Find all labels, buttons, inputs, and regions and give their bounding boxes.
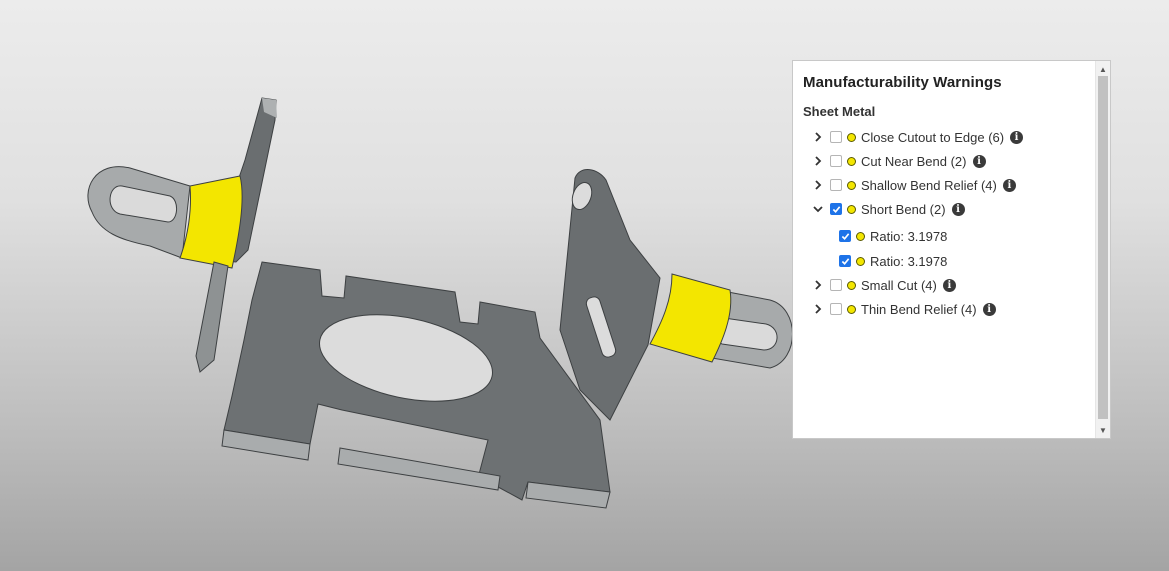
chevron-right-icon[interactable] (811, 130, 825, 144)
info-icon[interactable]: i (1002, 178, 1016, 192)
checkbox[interactable] (830, 303, 842, 315)
checkbox-checked[interactable] (839, 255, 851, 267)
scroll-down-icon[interactable]: ▼ (1096, 423, 1110, 437)
right-bend-highlight (649, 273, 732, 363)
warning-dot-icon (847, 156, 856, 166)
checkbox-checked[interactable] (830, 203, 842, 215)
warning-label: Cut Near Bend (2) (861, 153, 967, 169)
warning-dot-icon (847, 132, 856, 142)
warning-dot-icon (847, 280, 856, 290)
scroll-up-icon[interactable]: ▲ (1096, 62, 1110, 76)
section-title-sheet-metal: Sheet Metal (803, 104, 876, 119)
chevron-right-icon[interactable] (811, 178, 825, 192)
warning-label: Close Cutout to Edge (6) (861, 129, 1005, 145)
manufacturability-warnings-panel: Manufacturability Warnings Sheet Metal C… (792, 60, 1111, 439)
warning-item-small-cut[interactable]: Small Cut (4) i (811, 275, 956, 295)
warning-label: Small Cut (4) (861, 277, 937, 293)
chevron-right-icon[interactable] (811, 302, 825, 316)
warning-item-close-cutout-to-edge[interactable]: Close Cutout to Edge (6) i (811, 127, 1024, 147)
warning-dot-icon (856, 231, 865, 241)
warning-dot-icon (856, 256, 865, 266)
checkbox[interactable] (830, 155, 842, 167)
checkbox[interactable] (830, 279, 842, 291)
subitem-label: Ratio: 3.1978 (870, 228, 948, 244)
checkbox-checked[interactable] (839, 230, 851, 242)
warning-dot-icon (847, 180, 856, 190)
chevron-right-icon[interactable] (811, 278, 825, 292)
panel-title: Manufacturability Warnings (803, 74, 1002, 91)
panel-scrollbar[interactable]: ▲ ▼ (1095, 61, 1110, 438)
left-side-wall (195, 261, 229, 373)
warning-label: Shallow Bend Relief (4) (861, 177, 997, 193)
warning-label: Thin Bend Relief (4) (861, 301, 977, 317)
scroll-thumb[interactable] (1098, 76, 1108, 419)
info-icon[interactable]: i (1010, 130, 1024, 144)
chevron-down-icon[interactable] (811, 202, 825, 216)
warning-item-short-bend[interactable]: Short Bend (2) i (811, 199, 965, 219)
warning-subitem-ratio[interactable]: Ratio: 3.1978 (839, 251, 947, 271)
checkbox[interactable] (830, 131, 842, 143)
warning-subitem-ratio[interactable]: Ratio: 3.1978 (839, 226, 947, 246)
info-icon[interactable]: i (951, 202, 965, 216)
info-icon[interactable]: i (972, 154, 986, 168)
info-icon[interactable]: i (942, 278, 956, 292)
warning-label: Short Bend (2) (861, 201, 946, 217)
warning-dot-icon (847, 304, 856, 314)
warning-item-thin-bend-relief[interactable]: Thin Bend Relief (4) i (811, 299, 996, 319)
subitem-label: Ratio: 3.1978 (870, 253, 948, 269)
warning-item-cut-near-bend[interactable]: Cut Near Bend (2) i (811, 151, 986, 171)
base-plate-edge-2 (337, 447, 501, 491)
panel-content: Manufacturability Warnings Sheet Metal C… (793, 61, 1094, 438)
sheet-metal-part[interactable] (87, 97, 793, 509)
chevron-right-icon[interactable] (811, 154, 825, 168)
info-icon[interactable]: i (982, 302, 996, 316)
warning-dot-icon (847, 204, 856, 214)
checkbox[interactable] (830, 179, 842, 191)
warning-item-shallow-bend-relief[interactable]: Shallow Bend Relief (4) i (811, 175, 1016, 195)
